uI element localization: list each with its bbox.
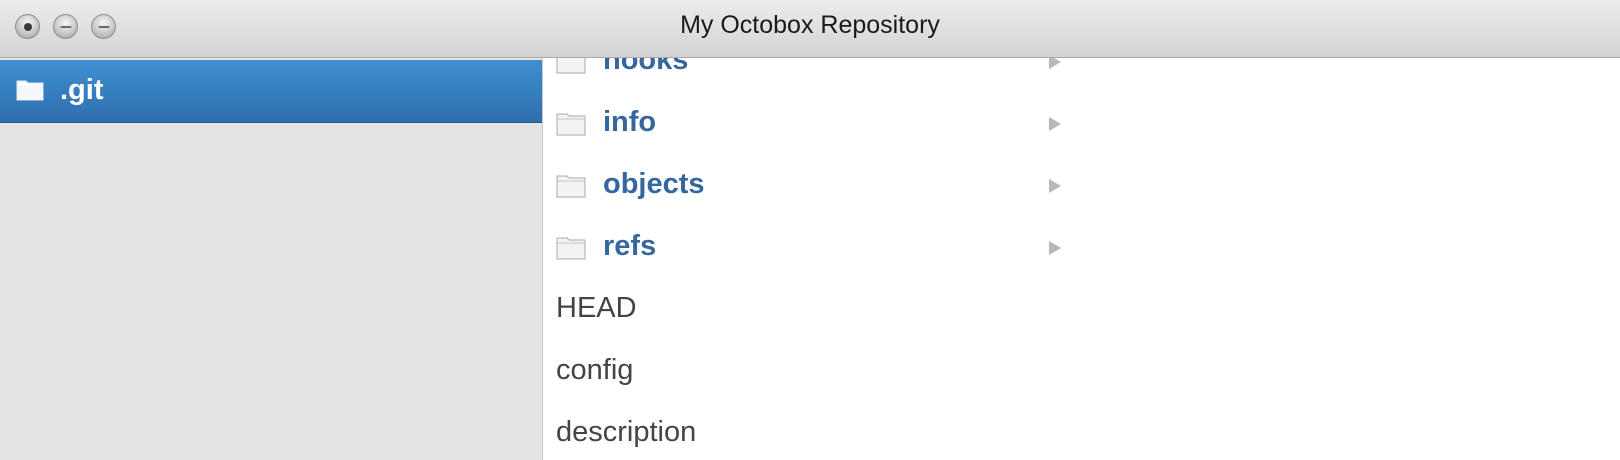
item-label: info	[603, 106, 657, 138]
list-item-info[interactable]: info	[543, 98, 1084, 160]
item-label: .git	[60, 74, 104, 106]
column-1[interactable]: .git	[0, 58, 542, 460]
list-item-git[interactable]: .git	[0, 60, 542, 123]
item-label: description	[556, 416, 697, 448]
chevron-right-icon	[1049, 58, 1061, 69]
chevron-right-icon	[1049, 117, 1061, 131]
list-item-objects[interactable]: objects	[543, 160, 1084, 222]
list-item-head[interactable]: HEAD	[543, 284, 1084, 346]
chevron-right-icon	[1049, 179, 1061, 193]
item-label: refs	[603, 230, 657, 262]
window-title: My Octobox Repository	[680, 11, 940, 39]
chevron-right-icon	[1049, 241, 1061, 255]
folder-icon	[556, 172, 586, 203]
column-3[interactable]	[1084, 58, 1620, 460]
folder-icon	[556, 234, 586, 265]
title-bar[interactable]: My Octobox Repository	[0, 0, 1620, 58]
column-2[interactable]: hooks info objects refs HEAD config desc…	[542, 58, 1085, 460]
folder-icon	[556, 110, 586, 141]
list-item-config[interactable]: config	[543, 346, 1084, 408]
item-label: HEAD	[556, 292, 637, 324]
item-label: objects	[603, 168, 705, 200]
list-item-hooks[interactable]: hooks	[543, 58, 1084, 98]
finder-window: My Octobox Repository .git hooks info ob…	[0, 0, 1620, 460]
folder-icon	[556, 58, 586, 79]
list-item-refs[interactable]: refs	[543, 222, 1084, 284]
list-item-description[interactable]: description	[543, 408, 1084, 460]
item-label: config	[556, 354, 634, 386]
folder-icon	[16, 77, 44, 106]
item-label: hooks	[603, 58, 689, 76]
